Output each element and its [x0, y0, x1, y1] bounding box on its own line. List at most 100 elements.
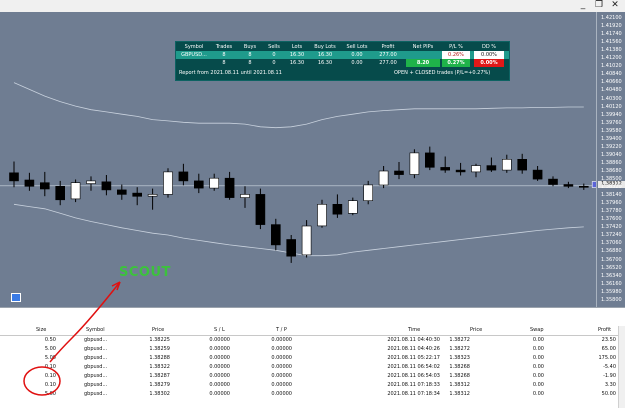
minimize-button[interactable]: _ [577, 0, 589, 11]
table-scrollbar[interactable] [618, 326, 625, 408]
table-cell: 0.00000 [271, 391, 292, 397]
bear-candle [132, 192, 142, 197]
bear-candle [24, 179, 35, 187]
column-header-time[interactable]: Time [408, 326, 428, 335]
table-row[interactable]: 0.10 gbpusd... 1.38287 0.00000 0.00000 2021.0… [0, 372, 618, 381]
bull-candle [86, 180, 96, 184]
stats-cell: 8 [222, 60, 226, 66]
table-cell: 0.00 [532, 337, 544, 343]
trade-stats-panel: Symbol Trades Buys Sells Lots Buy Lots S… [175, 41, 510, 81]
column-header-tp[interactable]: T / P [276, 326, 296, 335]
price-tick-label: 1.40660 [601, 79, 622, 86]
table-cell: 0.00000 [271, 346, 292, 352]
price-tick-label: 1.36880 [601, 248, 622, 255]
table-cell: 1.38272 [449, 337, 470, 343]
table-row[interactable]: 0.10 gbpusd... 1.38279 0.00000 0.00000 2021.0… [0, 381, 618, 390]
table-cell: 5.00 [44, 391, 56, 397]
table-cell: gbpusd... [84, 346, 108, 352]
table-cell: gbpusd... [84, 355, 108, 361]
restore-button[interactable]: ❐ [593, 0, 605, 11]
stats-header: Symbol [184, 44, 204, 50]
bear-candle [532, 169, 543, 180]
table-cell: 0.00000 [209, 355, 230, 361]
price-tick-label: 1.41560 [601, 39, 622, 46]
window-title-bar: _ ❐ ✕ [0, 0, 625, 12]
bull-candle [240, 194, 250, 198]
bear-candle [270, 224, 281, 246]
column-header-sl[interactable]: S / L [214, 326, 234, 335]
table-cell: 1.38302 [149, 391, 170, 397]
table-row[interactable]: 5.00 gbpusd... 1.38288 0.00000 0.00000 2021.0… [0, 354, 618, 363]
price-tick-label: 1.37600 [601, 216, 622, 223]
table-cell: 0.00 [532, 382, 544, 388]
column-header-price[interactable]: Price [152, 326, 172, 335]
bear-candle [255, 194, 266, 225]
stats-cell: 8 [248, 52, 252, 58]
bull-candle [301, 225, 312, 256]
chart-scroll-button[interactable] [11, 293, 21, 302]
table-cell: 1.38323 [449, 355, 470, 361]
table-cell: 23.50 [601, 337, 616, 343]
bull-candle [363, 184, 374, 201]
table-cell: 0.00 [532, 355, 544, 361]
table-cell: 0.00000 [209, 391, 230, 397]
table-cell: 0.00 [532, 373, 544, 379]
price-tick-label: 1.41920 [601, 23, 622, 30]
table-cell: gbpusd... [84, 382, 108, 388]
stats-cell: 277.00 [379, 60, 397, 66]
table-cell: 0.00000 [271, 337, 292, 343]
column-header-size[interactable]: Size [36, 326, 56, 335]
table-cell: 5.00 [44, 346, 56, 352]
bear-candle [224, 177, 235, 198]
table-cell: 3.30 [604, 382, 616, 388]
table-cell: 0.00000 [271, 355, 292, 361]
price-tick-label: 1.39940 [601, 111, 622, 118]
table-cell: 0.10 [44, 382, 56, 388]
table-cell: 0.00000 [271, 373, 292, 379]
column-header-profit[interactable]: Profit [598, 326, 618, 335]
price-chart[interactable]: Symbol Trades Buys Sells Lots Buy Lots S… [0, 12, 596, 307]
table-cell: 0.00000 [271, 382, 292, 388]
bear-candle [424, 152, 435, 168]
price-tick-label: 1.35980 [601, 288, 622, 295]
table-cell: 0.00000 [209, 364, 230, 370]
table-row[interactable]: 5.00 gbpusd... 1.38259 0.00000 0.00000 2021.0… [0, 345, 618, 354]
stats-header: Sells [268, 44, 280, 50]
stats-header-row: Symbol Trades Buys Sells Lots Buy Lots S… [176, 43, 509, 51]
table-cell: 2021.08.11 06:54:03 [387, 373, 440, 379]
table-cell: 0.00 [532, 391, 544, 397]
lower-band-line [13, 203, 584, 257]
column-header-close-price[interactable]: Price [470, 326, 490, 335]
bear-candle [39, 182, 50, 190]
table-cell: 0.10 [44, 364, 56, 370]
price-tick-label: 1.38680 [601, 167, 622, 174]
table-cell: 2021.08.11 07:18:34 [387, 391, 440, 397]
stats-cell-pl: 0.26% [442, 51, 470, 59]
stats-header: P/L % [449, 44, 463, 50]
stats-cell [178, 59, 210, 67]
stats-cell: 16.30 [289, 60, 305, 66]
price-tick-label: 1.41200 [601, 55, 622, 62]
table-cell: 2021.08.11 06:54:02 [387, 364, 440, 370]
price-tick-label: 1.36700 [601, 256, 622, 263]
close-button[interactable]: ✕ [609, 0, 621, 11]
table-cell: 65.00 [601, 346, 616, 352]
table-header-row: Size Symbol Price S / L T / P Time Price… [0, 326, 618, 336]
column-header-symbol[interactable]: Symbol [86, 326, 116, 335]
column-header-swap[interactable]: Swap [530, 326, 550, 335]
bull-candle [378, 170, 389, 186]
price-tick-label: 1.39760 [601, 119, 622, 126]
price-tick-label: 1.37060 [601, 240, 622, 247]
table-row[interactable]: 0.10 gbpusd... 1.38322 0.00000 0.00000 2021.0… [0, 363, 618, 372]
table-cell: 0.00000 [209, 346, 230, 352]
price-tick-label: 1.38860 [601, 159, 622, 166]
table-cell: 2021.08.11 04:40:30 [387, 337, 440, 343]
bull-candle [70, 182, 81, 200]
bear-candle [563, 184, 574, 187]
table-row[interactable]: 5.00 gbpusd... 1.38302 0.00000 0.00000 2021.0… [0, 390, 618, 399]
trade-terminal: Size Symbol Price S / L T / P Time Price… [0, 307, 625, 408]
table-row[interactable]: 0.50 gbpusd... 1.38225 0.00000 0.00000 2021.0… [0, 336, 618, 345]
stats-symbol-row: GBPUSD... 8 8 0 16.30 16.30 0.00 277.00 … [176, 51, 509, 59]
stats-cell: 0.00 [351, 60, 363, 66]
bull-candle [163, 171, 173, 195]
